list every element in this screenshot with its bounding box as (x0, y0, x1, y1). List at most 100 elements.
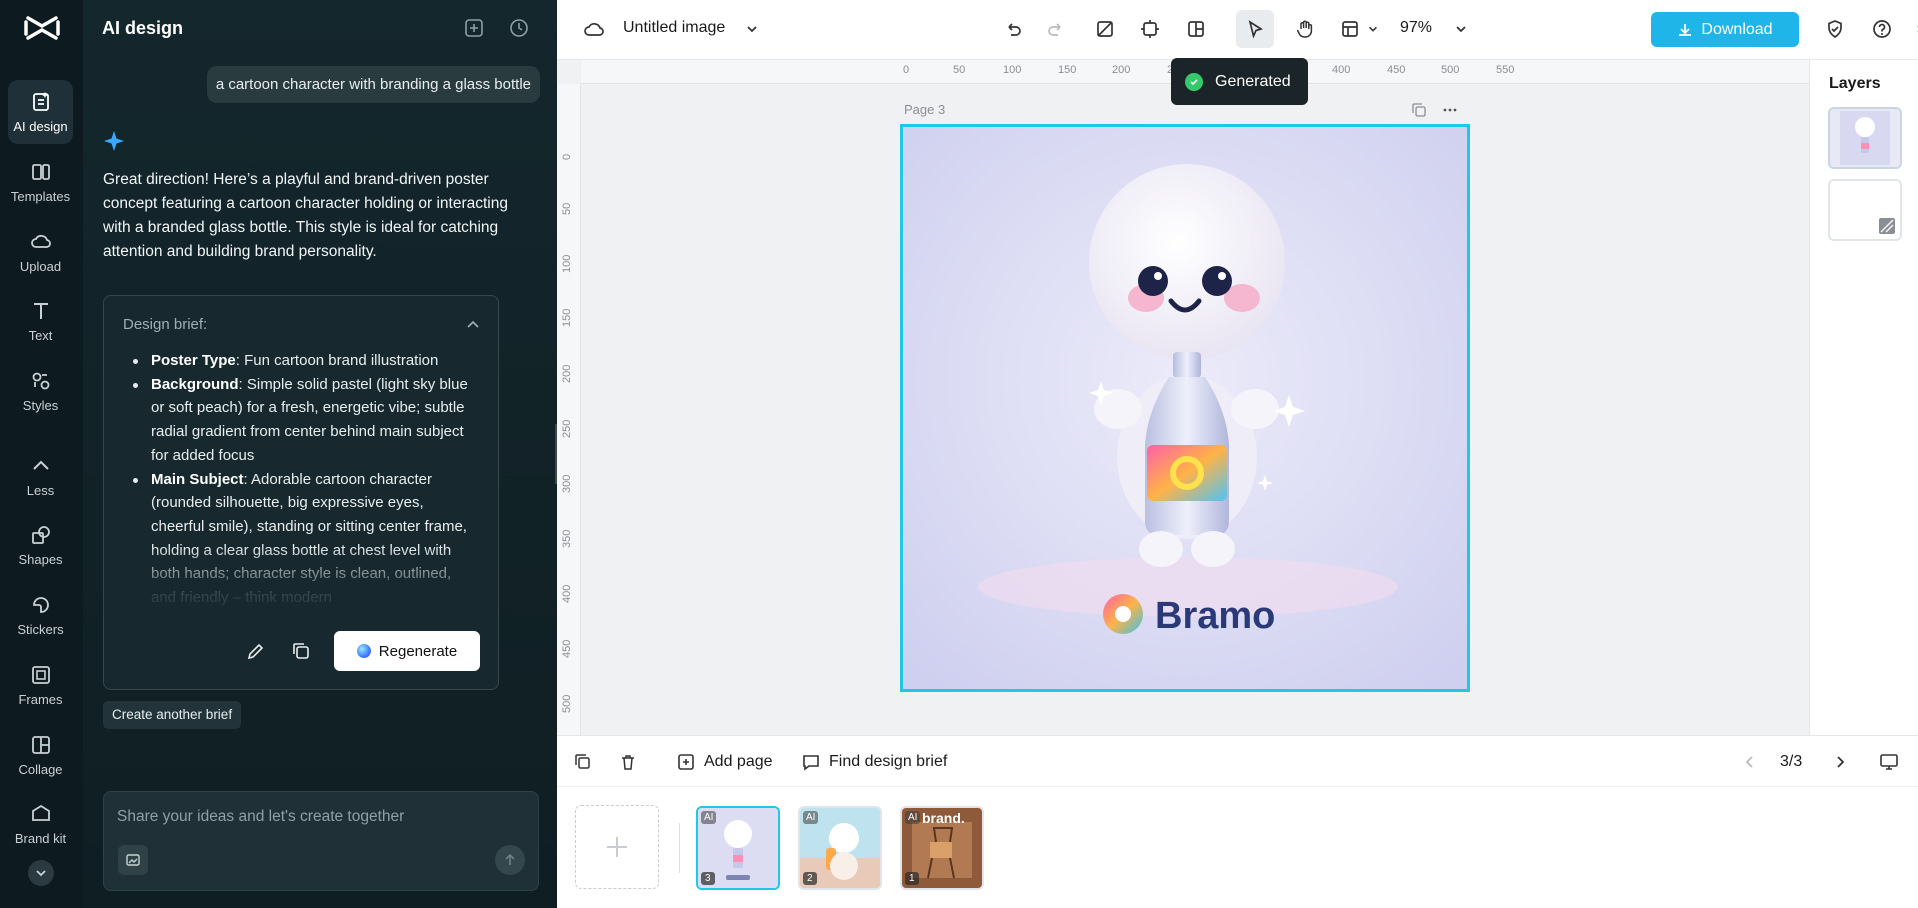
rail-less[interactable]: Less (8, 444, 73, 508)
find-design-brief-button[interactable]: Find design brief (801, 750, 947, 774)
ai-tag: AI (803, 811, 818, 824)
rail-ai-design[interactable]: AI design (8, 80, 73, 144)
rail-collage[interactable]: Collage (8, 723, 73, 787)
help-button[interactable] (1869, 16, 1895, 42)
stickers-icon (30, 594, 52, 616)
ai-design-panel: AI design a cartoon character with brand… (83, 0, 557, 908)
poster-illustration: Bramo (903, 127, 1467, 689)
brief-actions: Regenerate (104, 631, 498, 671)
ruler-left: 0 50 100 150 200 250 300 350 400 450 500 (557, 84, 581, 735)
layer-item-background[interactable] (1828, 179, 1902, 241)
page-more-icon[interactable] (1442, 102, 1458, 118)
monitor-icon (1879, 752, 1899, 772)
rail-more-button[interactable] (28, 860, 54, 886)
undo-button[interactable] (1000, 16, 1026, 42)
chevron-down-icon (1454, 22, 1468, 36)
chevron-left-icon (1743, 755, 1757, 769)
ruler-tick: 350 (561, 530, 573, 548)
ruler-tick: 0 (903, 64, 909, 76)
rail-stickers[interactable]: Stickers (8, 583, 73, 647)
design-brief-card: Design brief: Poster Type: Fun cartoon b… (103, 295, 499, 690)
duplicate-page-button[interactable] (574, 750, 592, 774)
brand-name: Bramo (1155, 595, 1275, 637)
rail-templates[interactable]: Templates (8, 150, 73, 214)
download-button[interactable]: Download (1651, 12, 1799, 47)
capcut-logo[interactable] (22, 12, 62, 44)
upload-icon (30, 231, 52, 253)
ai-sparkle-icon (102, 130, 126, 154)
find-brief-label: Find design brief (829, 753, 947, 771)
present-button[interactable] (1879, 750, 1899, 774)
attach-image-button[interactable] (118, 845, 148, 875)
chat-input[interactable] (117, 808, 517, 826)
text-icon (30, 300, 52, 322)
thumb-number: 1 (905, 872, 919, 885)
page-thumb-1[interactable]: AI brand. 1 (900, 806, 984, 890)
layer-image-preview (1830, 109, 1900, 167)
select-tool-button[interactable] (1236, 10, 1274, 48)
page-thumb-2[interactable]: AI 2 (798, 806, 882, 890)
canvas-area[interactable]: 0 50 100 150 200 250 300 350 400 450 500… (557, 60, 1809, 735)
rail-label: Collage (18, 762, 62, 777)
crop-icon (1140, 19, 1160, 39)
document-name[interactable]: Untitled image (623, 19, 725, 37)
left-rail: AI design Templates Upload Text Styles L… (0, 0, 83, 908)
rail-frames[interactable]: Frames (8, 653, 73, 717)
brief-item-key: Poster Type (151, 352, 236, 369)
rail-text[interactable]: Text (8, 289, 73, 353)
new-chat-icon[interactable] (463, 17, 485, 39)
hand-tool-button[interactable] (1292, 16, 1318, 42)
settings-button[interactable] (1914, 16, 1918, 42)
delete-page-button[interactable] (619, 750, 637, 774)
collapse-chevron-icon[interactable] (464, 316, 482, 334)
rail-label: Templates (11, 189, 70, 204)
trash-icon (619, 753, 637, 771)
rail-upload[interactable]: Upload (8, 220, 73, 284)
background-remove-button[interactable] (1092, 16, 1118, 42)
history-icon[interactable] (508, 17, 530, 39)
regenerate-button[interactable]: Regenerate (334, 631, 480, 671)
layout-menu-button[interactable] (1360, 16, 1386, 42)
send-button[interactable] (495, 845, 525, 875)
rail-label: AI design (13, 119, 67, 134)
layer-item-image[interactable] (1828, 107, 1902, 169)
add-page-icon (676, 752, 696, 772)
frames-icon (30, 664, 52, 686)
edit-brief-button[interactable] (241, 636, 271, 666)
page-thumb-3[interactable]: AI 3 (696, 806, 780, 890)
erase-bg-icon (1095, 19, 1115, 39)
redo-button[interactable] (1043, 16, 1069, 42)
cloud-button[interactable] (581, 16, 607, 42)
shield-button[interactable] (1822, 16, 1848, 42)
add-page-thumb[interactable] (575, 805, 659, 889)
page-indicator: 3/3 (1780, 753, 1802, 771)
ruler-tick: 50 (561, 203, 573, 215)
brief-item-key: Background (151, 376, 239, 393)
layout-icon (1340, 19, 1360, 39)
collage-icon (30, 734, 52, 756)
rail-styles[interactable]: Styles (8, 359, 73, 423)
chevron-right-icon (1833, 755, 1847, 769)
cloud-icon (583, 18, 605, 40)
background-layer-icon (1878, 217, 1896, 235)
zoom-menu-button[interactable] (1448, 16, 1474, 42)
doc-menu-button[interactable] (739, 16, 765, 42)
create-another-brief-button[interactable]: Create another brief (103, 701, 241, 729)
styles-icon (30, 370, 52, 392)
crop-button[interactable] (1137, 16, 1163, 42)
artboard[interactable]: Bramo (900, 124, 1470, 692)
image-add-icon (125, 852, 141, 868)
rail-brand-kit[interactable]: Brand kit (8, 793, 73, 855)
design-brief-title: Design brief: (123, 316, 207, 333)
rail-label: Brand kit (15, 830, 66, 847)
brief-item-key: Main Subject (151, 471, 244, 488)
zoom-level[interactable]: 97% (1400, 19, 1432, 37)
duplicate-page-icon[interactable] (1411, 102, 1427, 118)
next-page-button[interactable] (1833, 750, 1847, 774)
rail-shapes[interactable]: Shapes (8, 513, 73, 577)
prev-page-button[interactable] (1743, 750, 1757, 774)
resize-button[interactable] (1183, 16, 1209, 42)
copy-brief-button[interactable] (286, 636, 316, 666)
add-page-button[interactable]: Add page (676, 750, 773, 774)
plus-icon (604, 834, 630, 860)
